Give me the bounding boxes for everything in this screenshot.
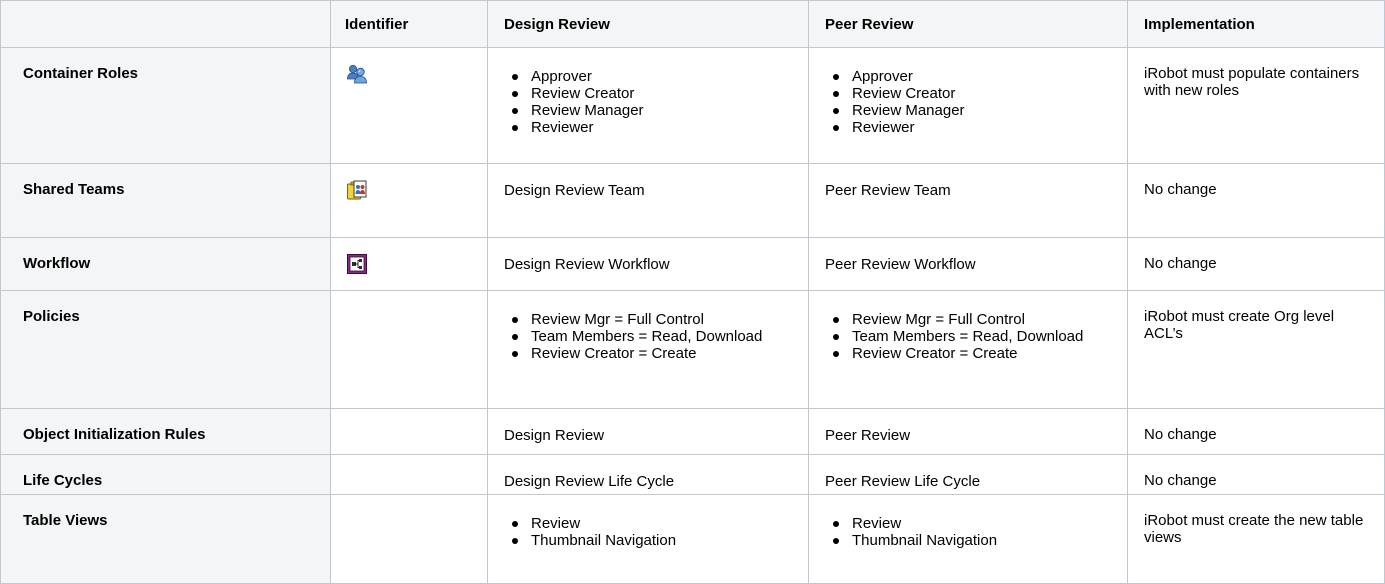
implementation-cell: No change bbox=[1127, 163, 1385, 238]
row-label-policies: Policies bbox=[0, 290, 331, 409]
header-identifier: Identifier bbox=[330, 0, 488, 48]
implementation-cell: iRobot must create the new table views bbox=[1127, 494, 1385, 584]
table-row: Shared Teams Design Review Team Peer Rev… bbox=[0, 163, 1385, 238]
header-row: Identifier Design Review Peer Review Imp… bbox=[0, 0, 1385, 48]
peer-review-cell: Review Thumbnail Navigation bbox=[808, 494, 1128, 584]
list-item: Approver bbox=[825, 68, 1117, 85]
design-review-cell: Review Thumbnail Navigation bbox=[487, 494, 809, 584]
table-row: Workflow Design Review Workflow Peer Rev… bbox=[0, 237, 1385, 291]
peer-review-cell: Peer Review Workflow bbox=[808, 237, 1128, 291]
list-item: Review Manager bbox=[825, 102, 1117, 119]
implementation-cell: iRobot must create Org level ACL’s bbox=[1127, 290, 1385, 409]
design-review-view-list: Review Thumbnail Navigation bbox=[504, 515, 798, 549]
identifier-cell bbox=[330, 47, 488, 164]
list-item: Reviewer bbox=[504, 119, 798, 136]
table-row: Policies Review Mgr = Full Control Team … bbox=[0, 290, 1385, 409]
design-review-cell: Design Review bbox=[487, 408, 809, 455]
list-item: Review bbox=[825, 515, 1117, 532]
identifier-cell bbox=[330, 408, 488, 455]
design-review-policy-list: Review Mgr = Full Control Team Members =… bbox=[504, 311, 798, 362]
row-label-life-cycles: Life Cycles bbox=[0, 454, 331, 495]
list-item: Review Mgr = Full Control bbox=[504, 311, 798, 328]
peer-review-cell: Review Mgr = Full Control Team Members =… bbox=[808, 290, 1128, 409]
table-row: Container Roles Approver Review Creator bbox=[0, 47, 1385, 164]
comparison-table: Identifier Design Review Peer Review Imp… bbox=[0, 0, 1385, 584]
design-review-cell: Approver Review Creator Review Manager R… bbox=[487, 47, 809, 164]
design-review-role-list: Approver Review Creator Review Manager R… bbox=[504, 68, 798, 136]
header-peer-review: Peer Review bbox=[808, 0, 1128, 48]
identifier-cell bbox=[330, 494, 488, 584]
list-item: Review bbox=[504, 515, 798, 532]
design-review-cell: Design Review Team bbox=[487, 163, 809, 238]
row-label-table-views: Table Views bbox=[0, 494, 331, 584]
row-label-container-roles: Container Roles bbox=[0, 47, 331, 164]
list-item: Review Creator bbox=[825, 85, 1117, 102]
peer-review-cell: Approver Review Creator Review Manager R… bbox=[808, 47, 1128, 164]
identifier-cell bbox=[330, 290, 488, 409]
implementation-cell: iRobot must populate containers with new… bbox=[1127, 47, 1385, 164]
identifier-cell bbox=[330, 454, 488, 495]
list-item: Approver bbox=[504, 68, 798, 85]
implementation-cell: No change bbox=[1127, 408, 1385, 455]
design-review-cell: Review Mgr = Full Control Team Members =… bbox=[487, 290, 809, 409]
list-item: Review Manager bbox=[504, 102, 798, 119]
design-review-cell: Design Review Workflow bbox=[487, 237, 809, 291]
row-label-shared-teams: Shared Teams bbox=[0, 163, 331, 238]
peer-review-role-list: Approver Review Creator Review Manager R… bbox=[825, 68, 1117, 136]
table-row: Table Views Review Thumbnail Navigation … bbox=[0, 494, 1385, 584]
peer-review-policy-list: Review Mgr = Full Control Team Members =… bbox=[825, 311, 1117, 362]
shared-team-icon bbox=[346, 179, 368, 201]
list-item: Review Creator bbox=[504, 85, 798, 102]
peer-review-view-list: Review Thumbnail Navigation bbox=[825, 515, 1117, 549]
peer-review-cell: Peer Review Life Cycle bbox=[808, 454, 1128, 495]
identifier-cell bbox=[330, 163, 488, 238]
list-item: Thumbnail Navigation bbox=[825, 532, 1117, 549]
users-group-icon bbox=[346, 63, 368, 85]
list-item: Reviewer bbox=[825, 119, 1117, 136]
table-row: Object Initialization Rules Design Revie… bbox=[0, 408, 1385, 455]
implementation-cell: No change bbox=[1127, 237, 1385, 291]
table-row: Life Cycles Design Review Life Cycle Pee… bbox=[0, 454, 1385, 495]
list-item: Team Members = Read, Download bbox=[504, 328, 798, 345]
row-label-object-initialization-rules: Object Initialization Rules bbox=[0, 408, 331, 455]
identifier-cell bbox=[330, 237, 488, 291]
list-item: Review Mgr = Full Control bbox=[825, 311, 1117, 328]
peer-review-cell: Peer Review bbox=[808, 408, 1128, 455]
list-item: Team Members = Read, Download bbox=[825, 328, 1117, 345]
list-item: Thumbnail Navigation bbox=[504, 532, 798, 549]
header-design-review: Design Review bbox=[487, 0, 809, 48]
row-label-workflow: Workflow bbox=[0, 237, 331, 291]
peer-review-cell: Peer Review Team bbox=[808, 163, 1128, 238]
workflow-icon bbox=[346, 253, 368, 275]
list-item: Review Creator = Create bbox=[504, 345, 798, 362]
header-corner bbox=[0, 0, 331, 48]
implementation-cell: No change bbox=[1127, 454, 1385, 495]
design-review-cell: Design Review Life Cycle bbox=[487, 454, 809, 495]
list-item: Review Creator = Create bbox=[825, 345, 1117, 362]
header-implementation: Implementation bbox=[1127, 0, 1385, 48]
